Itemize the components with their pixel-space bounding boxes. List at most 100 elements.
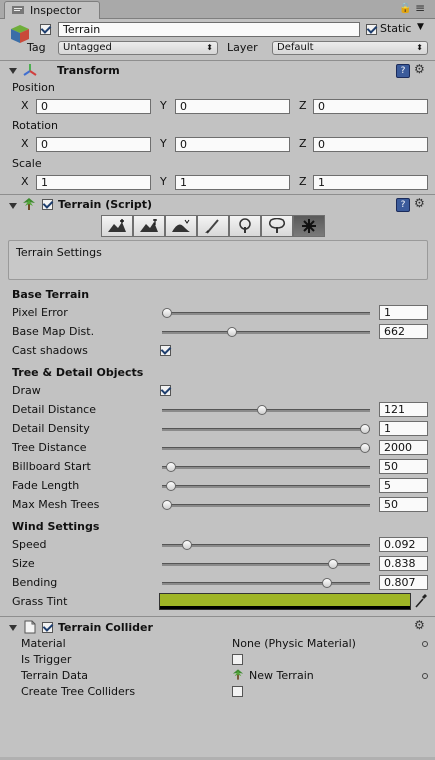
- terrain-data-picker-icon[interactable]: [422, 673, 428, 679]
- slider-thumb[interactable]: [162, 500, 172, 510]
- max-mesh-trees-field[interactable]: 50: [379, 497, 428, 512]
- terrain-collider-enabled-checkbox[interactable]: [42, 622, 53, 633]
- terrain-script-gear-icon[interactable]: ⚙: [414, 196, 425, 210]
- bending-field[interactable]: 0.807: [379, 575, 428, 590]
- terrain-tool-strip: [101, 215, 325, 237]
- detail-distance-field[interactable]: 121: [379, 402, 428, 417]
- size-slider[interactable]: [162, 557, 370, 569]
- max-mesh-trees-slider[interactable]: [162, 498, 370, 510]
- pixel-error-slider[interactable]: [162, 306, 370, 318]
- detail-distance-slider[interactable]: [162, 403, 370, 415]
- billboard-start-field[interactable]: 50: [379, 459, 428, 474]
- base-map-dist-label: Base Map Dist.: [12, 325, 95, 338]
- detail-density-field[interactable]: 1: [379, 421, 428, 436]
- terrain-settings-icon[interactable]: [293, 215, 325, 237]
- layer-dropdown[interactable]: Default ⬍: [272, 41, 428, 55]
- position-y-label: Y: [160, 99, 167, 112]
- layer-dropdown-arrow-icon: ⬍: [416, 43, 423, 52]
- grass-tint-color-field[interactable]: [159, 593, 411, 610]
- raise-lower-terrain-icon[interactable]: [101, 215, 133, 237]
- is-trigger-label: Is Trigger: [21, 653, 72, 666]
- speed-slider[interactable]: [162, 538, 370, 550]
- terrain-settings-infobox: Terrain Settings: [8, 240, 428, 280]
- slider-track: [162, 447, 370, 450]
- paint-details-icon[interactable]: [261, 215, 293, 237]
- eyedropper-icon[interactable]: [414, 593, 428, 609]
- slider-thumb[interactable]: [162, 308, 172, 318]
- slider-thumb[interactable]: [227, 327, 237, 337]
- tab-inspector[interactable]: Inspector: [4, 1, 100, 19]
- scale-x-field[interactable]: 1: [36, 175, 151, 190]
- terrain-script-enabled-checkbox[interactable]: [42, 199, 53, 210]
- pixel-error-label: Pixel Error: [12, 306, 68, 319]
- tag-dropdown[interactable]: Untagged ⬍: [58, 41, 218, 55]
- transform-foldout-icon[interactable]: [9, 68, 17, 74]
- terrain-collider-gear-icon[interactable]: ⚙: [414, 618, 425, 632]
- material-value[interactable]: None (Physic Material): [232, 637, 356, 650]
- slider-track: [162, 312, 370, 315]
- rotation-x-field[interactable]: 0: [36, 137, 151, 152]
- fade-length-field[interactable]: 5: [379, 478, 428, 493]
- tab-inspector-label: Inspector: [30, 4, 82, 17]
- slider-thumb[interactable]: [328, 559, 338, 569]
- static-checkbox[interactable]: [366, 24, 377, 35]
- gear-icon[interactable]: ⚙: [414, 62, 425, 76]
- gameobject-active-checkbox[interactable]: [40, 24, 51, 35]
- gameobject-name-field[interactable]: Terrain: [58, 22, 360, 37]
- terrain-script-help-icon[interactable]: ?: [396, 198, 410, 212]
- is-trigger-checkbox[interactable]: [232, 654, 243, 665]
- slider-track: [162, 563, 370, 566]
- terrain-collider-title: Terrain Collider: [58, 621, 153, 634]
- create-tree-colliders-checkbox[interactable]: [232, 686, 243, 697]
- lock-icon[interactable]: 🔒: [399, 3, 411, 14]
- draw-checkbox[interactable]: [160, 385, 171, 396]
- place-trees-icon[interactable]: [229, 215, 261, 237]
- slider-thumb[interactable]: [322, 578, 332, 588]
- slider-thumb[interactable]: [360, 443, 370, 453]
- terrain-data-icon: [232, 669, 244, 680]
- script-file-icon: [24, 620, 36, 634]
- terrain-data-value[interactable]: New Terrain: [249, 669, 314, 682]
- slider-track: [162, 331, 370, 334]
- bending-label: Bending: [12, 576, 58, 589]
- scale-y-field[interactable]: 1: [175, 175, 290, 190]
- position-x-field[interactable]: 0: [36, 99, 151, 114]
- grass-tint-label: Grass Tint: [12, 595, 68, 608]
- tree-distance-field[interactable]: 2000: [379, 440, 428, 455]
- tree-distance-slider[interactable]: [162, 441, 370, 453]
- terrain-collider-foldout-icon[interactable]: [9, 625, 17, 631]
- bending-slider[interactable]: [162, 576, 370, 588]
- terrain-script-foldout-icon[interactable]: [9, 203, 17, 209]
- slider-thumb[interactable]: [257, 405, 267, 415]
- smooth-height-icon[interactable]: [165, 215, 197, 237]
- rotation-y-field[interactable]: 0: [175, 137, 290, 152]
- speed-field[interactable]: 0.092: [379, 537, 428, 552]
- billboard-start-slider[interactable]: [162, 460, 370, 472]
- slider-track: [162, 485, 370, 488]
- position-y-field[interactable]: 0: [175, 99, 290, 114]
- paint-height-icon[interactable]: [133, 215, 165, 237]
- fade-length-slider[interactable]: [162, 479, 370, 491]
- detail-density-slider[interactable]: [162, 422, 370, 434]
- size-field[interactable]: 0.838: [379, 556, 428, 571]
- static-dropdown-arrow-icon[interactable]: ▼: [417, 22, 424, 32]
- tab-menu-icon[interactable]: ≡: [415, 1, 425, 15]
- slider-thumb[interactable]: [182, 540, 192, 550]
- slider-thumb[interactable]: [166, 481, 176, 491]
- cast-shadows-checkbox[interactable]: [160, 345, 171, 356]
- paint-texture-icon[interactable]: [197, 215, 229, 237]
- billboard-start-label: Billboard Start: [12, 460, 91, 473]
- rotation-label: Rotation: [12, 119, 59, 132]
- base-map-dist-slider[interactable]: [162, 325, 370, 337]
- help-icon[interactable]: ?: [396, 64, 410, 78]
- slider-thumb[interactable]: [360, 424, 370, 434]
- position-z-field[interactable]: 0: [313, 99, 428, 114]
- terrain-script-title: Terrain (Script): [58, 198, 153, 211]
- base-map-dist-field[interactable]: 662: [379, 324, 428, 339]
- pixel-error-field[interactable]: 1: [379, 305, 428, 320]
- rotation-z-field[interactable]: 0: [313, 137, 428, 152]
- slider-thumb[interactable]: [166, 462, 176, 472]
- scale-z-field[interactable]: 1: [313, 175, 428, 190]
- tag-dropdown-value: Untagged: [63, 42, 112, 53]
- material-picker-icon[interactable]: [422, 641, 428, 647]
